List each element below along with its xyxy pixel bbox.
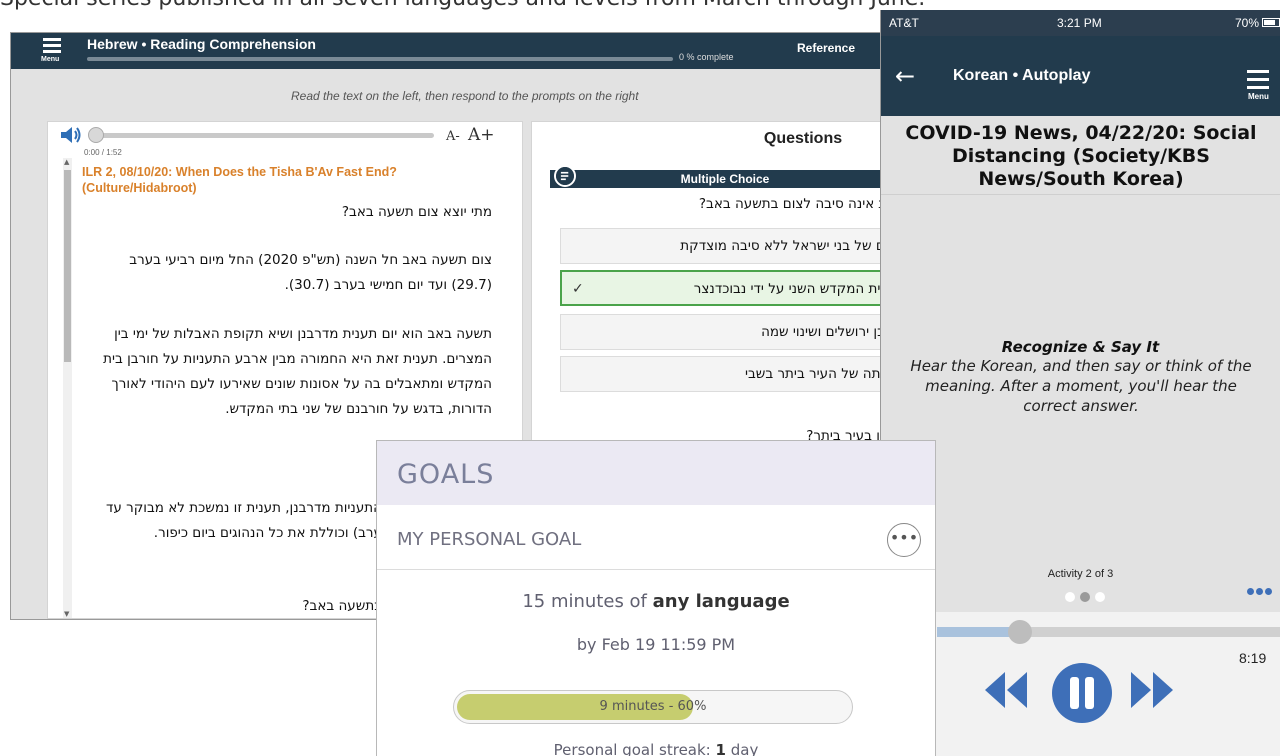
article-paragraph: התעניות מדרבנן, תענית זו נמשכת לא מבוקר … bbox=[106, 500, 382, 541]
goal-language: any language bbox=[652, 591, 790, 612]
answer-option-label: בן בית המקדש השני על ידי נבוכדנצר bbox=[693, 281, 904, 297]
mobile-lesson-body: COVID-19 News, 04/22/20: Social Distanci… bbox=[881, 116, 1280, 612]
pager-dot-active[interactable] bbox=[1080, 592, 1090, 602]
article-title: ILR 2, 08/10/20: When Does the Tisha B'A… bbox=[82, 165, 397, 195]
streak-value: 1 bbox=[715, 741, 726, 756]
answer-option-selected[interactable]: בן בית המקדש השני על ידי נבוכדנצר ✓ bbox=[560, 270, 909, 306]
streak-label: Personal goal streak: bbox=[553, 741, 711, 756]
article-paragraph: תשעה באב הוא יום תענית מדרבנן ושיא תקופת… bbox=[103, 326, 492, 417]
scroll-up-icon[interactable]: ▲ bbox=[64, 158, 69, 166]
fast-forward-icon[interactable] bbox=[1129, 670, 1175, 710]
pager-dot[interactable] bbox=[1095, 592, 1105, 602]
divider bbox=[377, 569, 935, 570]
goal-streak: Personal goal streak: 1 day bbox=[377, 741, 935, 756]
answer-option[interactable]: חורבן ירושלים ושינוי שמה bbox=[560, 314, 909, 350]
lesson-progress-bar bbox=[87, 57, 673, 61]
goals-subtitle: MY PERSONAL GOAL bbox=[397, 529, 582, 550]
playback-progress-bar[interactable] bbox=[937, 627, 1280, 637]
questions-title: Questions bbox=[763, 130, 843, 147]
answer-option[interactable]: נפילתה של העיר ביתר בשבי bbox=[560, 356, 909, 392]
playback-scrubber-handle[interactable] bbox=[1008, 620, 1032, 644]
question-prompt: באות אינה סיבה לצום בתשעה באב? bbox=[698, 196, 908, 212]
menu-label: Menu bbox=[1248, 92, 1269, 101]
battery-icon bbox=[1262, 18, 1280, 27]
activity-mode-title: Recognize & Say It bbox=[1001, 338, 1160, 356]
article-paragraph: מתי יוצא צום תשעה באב? bbox=[341, 204, 492, 220]
divider bbox=[881, 194, 1280, 195]
goal-deadline: by Feb 19 11:59 PM bbox=[576, 635, 736, 654]
mobile-lesson-title: Korean • Autoplay bbox=[953, 67, 1091, 84]
audio-player: 8:19 bbox=[881, 612, 1280, 756]
screenshot-collage: Special series published in all seven la… bbox=[0, 0, 1280, 756]
decrease-font-button[interactable]: A- bbox=[446, 129, 460, 144]
answer-option-label: לותם של בני ישראל ללא סיבה מוצדקת bbox=[680, 238, 905, 254]
mobile-app-screen: AT&T 3:21 PM 70% ← Korean • Autoplay Men… bbox=[880, 10, 1280, 756]
activity-pager bbox=[1065, 592, 1105, 602]
goal-prefix: 15 minutes of bbox=[522, 591, 647, 612]
lesson-progress-text: 0 % complete bbox=[679, 52, 734, 62]
instruction-text: Read the text on the left, then respond … bbox=[291, 89, 639, 103]
carrier-label: AT&T bbox=[889, 16, 919, 30]
audio-time: 0:00 / 1:52 bbox=[84, 148, 122, 157]
app-header: Menu Hebrew • Reading Comprehension 0 % … bbox=[11, 33, 909, 69]
rewind-icon[interactable] bbox=[983, 670, 1029, 710]
status-time: 3:21 PM bbox=[1057, 16, 1102, 30]
goals-title: GOALS bbox=[397, 459, 495, 490]
mobile-nav-bar: ← Korean • Autoplay Menu bbox=[881, 36, 1280, 116]
list-icon bbox=[554, 165, 576, 187]
streak-unit: day bbox=[730, 741, 759, 756]
lesson-heading: COVID-19 News, 04/22/20: Social Distanci… bbox=[905, 122, 1257, 190]
activity-counter: Activity 2 of 3 bbox=[1047, 568, 1114, 580]
reference-button[interactable]: Reference bbox=[797, 41, 855, 55]
text-scrollbar[interactable]: ▲ ▼ bbox=[63, 158, 72, 618]
increase-font-button[interactable]: A+ bbox=[468, 125, 495, 145]
article-paragraph: בתשעה באב? bbox=[302, 598, 382, 614]
scrollbar-thumb[interactable] bbox=[64, 170, 71, 362]
playback-time: 8:19 bbox=[1239, 650, 1267, 666]
hamburger-icon bbox=[1247, 70, 1273, 89]
question-type-header: Multiple Choice bbox=[550, 170, 909, 188]
goal-description: 15 minutes of any language bbox=[377, 591, 935, 612]
scroll-down-icon[interactable]: ▼ bbox=[64, 610, 69, 618]
menu-button[interactable]: Menu bbox=[41, 37, 71, 67]
pager-dot[interactable] bbox=[1065, 592, 1075, 602]
audio-scrubber-handle[interactable] bbox=[88, 127, 104, 143]
goal-progress-text: 9 minutes - 60% bbox=[599, 699, 707, 714]
battery-percent: 70% bbox=[1235, 16, 1260, 30]
hamburger-icon bbox=[43, 38, 61, 56]
goal-progress-bar: 9 minutes - 60% bbox=[453, 690, 853, 724]
back-arrow-icon[interactable]: ← bbox=[895, 62, 915, 90]
goals-card: GOALS MY PERSONAL GOAL ••• 15 minutes of… bbox=[376, 440, 936, 756]
activity-instruction: Hear the Korean, and then say or think o… bbox=[910, 357, 1252, 415]
checkmark-icon: ✓ bbox=[572, 281, 584, 297]
speaker-icon[interactable] bbox=[60, 127, 82, 143]
audio-scrubber[interactable] bbox=[94, 133, 434, 138]
mobile-menu-button[interactable]: Menu bbox=[1247, 70, 1273, 106]
more-options-icon[interactable]: ••• bbox=[887, 523, 921, 557]
answer-option[interactable]: לותם של בני ישראל ללא סיבה מוצדקת bbox=[560, 228, 909, 264]
goals-header: GOALS bbox=[377, 441, 935, 505]
lesson-title: Hebrew • Reading Comprehension bbox=[87, 36, 316, 52]
pause-icon[interactable] bbox=[1051, 662, 1113, 724]
more-options-icon[interactable] bbox=[1241, 588, 1280, 598]
status-bar: AT&T 3:21 PM 70% bbox=[881, 10, 1280, 36]
menu-label: Menu bbox=[41, 56, 60, 63]
article-paragraph: צום תשעה באב חל השנה (תש"פ 2020) החל מיו… bbox=[129, 252, 492, 293]
